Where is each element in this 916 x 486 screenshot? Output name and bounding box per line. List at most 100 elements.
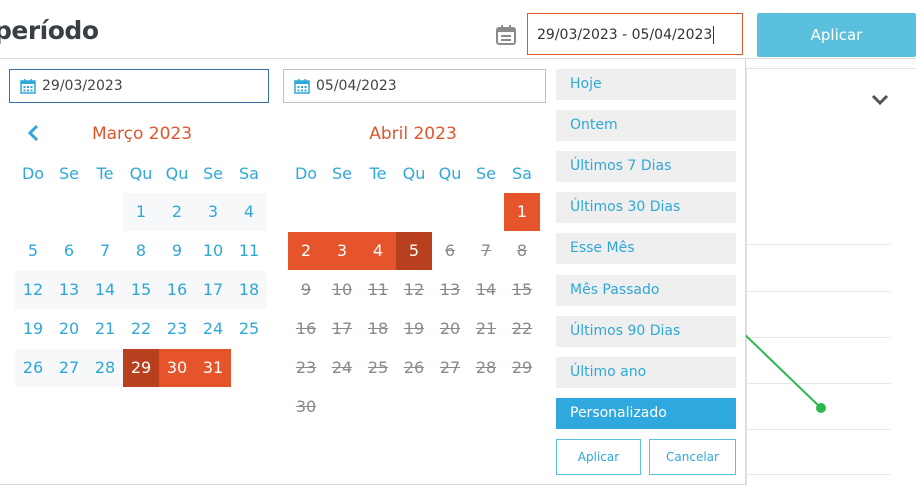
- calendar-icon: [294, 79, 310, 94]
- calendar-day[interactable]: 14: [468, 271, 504, 309]
- weekday-header: Te: [96, 164, 114, 183]
- calendar-day[interactable]: 22: [504, 310, 540, 348]
- calendar-day[interactable]: 4: [360, 232, 396, 270]
- calendar-day[interactable]: 16: [159, 271, 195, 309]
- calendar-day[interactable]: 13: [432, 271, 468, 309]
- end-date-input[interactable]: 05/04/2023: [283, 69, 546, 103]
- calendar-day[interactable]: 5: [396, 232, 432, 270]
- calendar-icon: [20, 79, 36, 94]
- weekday-header: Se: [332, 164, 352, 183]
- calendar-day[interactable]: 11: [231, 232, 267, 270]
- calendar-day[interactable]: 8: [123, 232, 159, 270]
- calendar-day[interactable]: 25: [360, 349, 396, 387]
- apply-button[interactable]: Aplicar: [757, 13, 916, 57]
- calendar-day[interactable]: 20: [51, 310, 87, 348]
- calendar-day[interactable]: 27: [51, 349, 87, 387]
- calendar-day[interactable]: 28: [87, 349, 123, 387]
- picker-cancel-button[interactable]: Cancelar: [649, 439, 736, 475]
- weekday-header: Qu: [165, 164, 189, 183]
- start-date-input[interactable]: 29/03/2023: [9, 69, 269, 103]
- range-option[interactable]: Últimos 7 Dias: [556, 151, 736, 183]
- chevron-down-icon[interactable]: [871, 93, 889, 107]
- calendar-day[interactable]: 7: [87, 232, 123, 270]
- calendar-day[interactable]: 20: [432, 310, 468, 348]
- calendar-day[interactable]: 26: [15, 349, 51, 387]
- calendar-day[interactable]: 18: [231, 271, 267, 309]
- calendar-day[interactable]: 24: [324, 349, 360, 387]
- calendar-day[interactable]: 21: [468, 310, 504, 348]
- calendar-day[interactable]: 19: [15, 310, 51, 348]
- range-option[interactable]: Últimos 90 Dias: [556, 315, 736, 347]
- calendar-day[interactable]: 15: [123, 271, 159, 309]
- grid-line: [746, 291, 891, 292]
- calendar-day[interactable]: 3: [324, 232, 360, 270]
- calendar-day[interactable]: 1: [504, 193, 540, 231]
- calendar-day[interactable]: 8: [504, 232, 540, 270]
- calendar-day[interactable]: 12: [15, 271, 51, 309]
- grid-line: [746, 244, 891, 245]
- calendar-day[interactable]: 31: [195, 349, 231, 387]
- calendar-day[interactable]: 14: [87, 271, 123, 309]
- calendar-day[interactable]: 10: [195, 232, 231, 270]
- calendar-day[interactable]: 29: [123, 349, 159, 387]
- left-month-title: Março 2023: [91, 124, 193, 144]
- calendar-day[interactable]: 10: [324, 271, 360, 309]
- text-cursor: [713, 26, 715, 44]
- page-title: período: [0, 16, 99, 45]
- range-option[interactable]: Ontem: [556, 110, 736, 142]
- calendar-day[interactable]: 1: [123, 193, 159, 231]
- range-option[interactable]: Mês Passado: [556, 274, 736, 306]
- calendar-day[interactable]: 13: [51, 271, 87, 309]
- picker-apply-button[interactable]: Aplicar: [556, 439, 641, 475]
- calendar-day[interactable]: 17: [324, 310, 360, 348]
- chevron-left-icon[interactable]: [26, 123, 40, 143]
- date-range-field[interactable]: 29/03/2023 - 05/04/2023: [527, 13, 743, 55]
- calendar-day[interactable]: 5: [15, 232, 51, 270]
- weekday-header: Qu: [129, 164, 153, 183]
- calendar-day[interactable]: 6: [51, 232, 87, 270]
- calendar-day[interactable]: 3: [195, 193, 231, 231]
- calendar-day[interactable]: 28: [468, 349, 504, 387]
- calendar-day[interactable]: 21: [87, 310, 123, 348]
- chart-point: [816, 403, 826, 413]
- calendar-day[interactable]: 11: [360, 271, 396, 309]
- calendar-day[interactable]: 23: [288, 349, 324, 387]
- calendar-day[interactable]: 9: [288, 271, 324, 309]
- calendar-day[interactable]: 16: [288, 310, 324, 348]
- calendar-icon[interactable]: [495, 24, 517, 46]
- end-date-value: 05/04/2023: [316, 78, 397, 94]
- calendar-day[interactable]: 2: [159, 193, 195, 231]
- calendar-day[interactable]: 9: [159, 232, 195, 270]
- range-option[interactable]: Último ano: [556, 356, 736, 388]
- start-date-value: 29/03/2023: [42, 78, 123, 94]
- calendar-day[interactable]: 18: [360, 310, 396, 348]
- right-month-title: Abril 2023: [369, 124, 457, 144]
- calendar-day[interactable]: 4: [231, 193, 267, 231]
- calendar-day[interactable]: 30: [288, 388, 324, 426]
- calendar-day[interactable]: 23: [159, 310, 195, 348]
- weekday-header: Qu: [438, 164, 462, 183]
- calendar-day[interactable]: 2: [288, 232, 324, 270]
- range-option[interactable]: Últimos 30 Dias: [556, 192, 736, 224]
- calendar-day[interactable]: 25: [231, 310, 267, 348]
- calendar-day[interactable]: 7: [468, 232, 504, 270]
- calendar-day[interactable]: 24: [195, 310, 231, 348]
- weekday-header: Sa: [239, 164, 259, 183]
- range-option[interactable]: Personalizado: [556, 397, 736, 429]
- calendar-day[interactable]: 6: [432, 232, 468, 270]
- weekday-header: Sa: [512, 164, 532, 183]
- calendar-day[interactable]: 12: [396, 271, 432, 309]
- calendar-day[interactable]: 29: [504, 349, 540, 387]
- range-option[interactable]: Hoje: [556, 69, 736, 100]
- calendar-day[interactable]: 27: [432, 349, 468, 387]
- range-option[interactable]: Esse Mês: [556, 233, 736, 265]
- weekday-header: Te: [369, 164, 387, 183]
- grid-line: [746, 474, 891, 475]
- calendar-day[interactable]: 30: [159, 349, 195, 387]
- calendar-day[interactable]: 26: [396, 349, 432, 387]
- weekday-header: Se: [203, 164, 223, 183]
- calendar-day[interactable]: 22: [123, 310, 159, 348]
- calendar-day[interactable]: 19: [396, 310, 432, 348]
- calendar-day[interactable]: 17: [195, 271, 231, 309]
- calendar-day[interactable]: 15: [504, 271, 540, 309]
